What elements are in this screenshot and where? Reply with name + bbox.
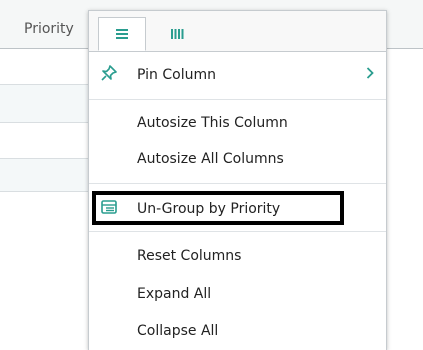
menu-separator	[89, 99, 386, 100]
columns-tab[interactable]	[153, 17, 201, 51]
row-divider	[0, 122, 90, 123]
autosize-this-column-menu-item[interactable]: Autosize This Column	[89, 105, 386, 141]
grid-row	[0, 84, 90, 122]
pin-column-label: Pin Column	[137, 67, 216, 83]
collapse-all-menu-item[interactable]: Collapse All	[89, 313, 386, 349]
autosize-this-column-label: Autosize This Column	[137, 115, 288, 131]
menu-separator	[89, 183, 386, 184]
reset-columns-label: Reset Columns	[137, 248, 242, 264]
highlight-box	[92, 191, 344, 225]
row-divider	[0, 158, 90, 159]
reset-columns-menu-item[interactable]: Reset Columns	[89, 238, 386, 274]
expand-all-label: Expand All	[137, 286, 212, 302]
expand-all-menu-item[interactable]: Expand All	[89, 276, 386, 312]
pin-icon	[101, 65, 117, 85]
columns-icon	[171, 29, 184, 39]
row-divider	[0, 191, 90, 192]
hamburger-icon	[116, 29, 128, 39]
chevron-right-icon	[366, 67, 374, 83]
menu-separator	[89, 231, 386, 232]
menu-tabs	[89, 11, 386, 52]
autosize-all-columns-menu-item[interactable]: Autosize All Columns	[89, 141, 386, 177]
pin-column-menu-item[interactable]: Pin Column	[89, 57, 386, 93]
column-menu: Pin Column Autosize This Column Autosize…	[88, 10, 387, 350]
general-menu-tab[interactable]	[98, 17, 146, 51]
row-divider	[0, 84, 90, 85]
priority-column-header[interactable]: Priority	[24, 21, 74, 37]
grid-row	[0, 158, 90, 191]
collapse-all-label: Collapse All	[137, 323, 219, 339]
autosize-all-columns-label: Autosize All Columns	[137, 151, 284, 167]
